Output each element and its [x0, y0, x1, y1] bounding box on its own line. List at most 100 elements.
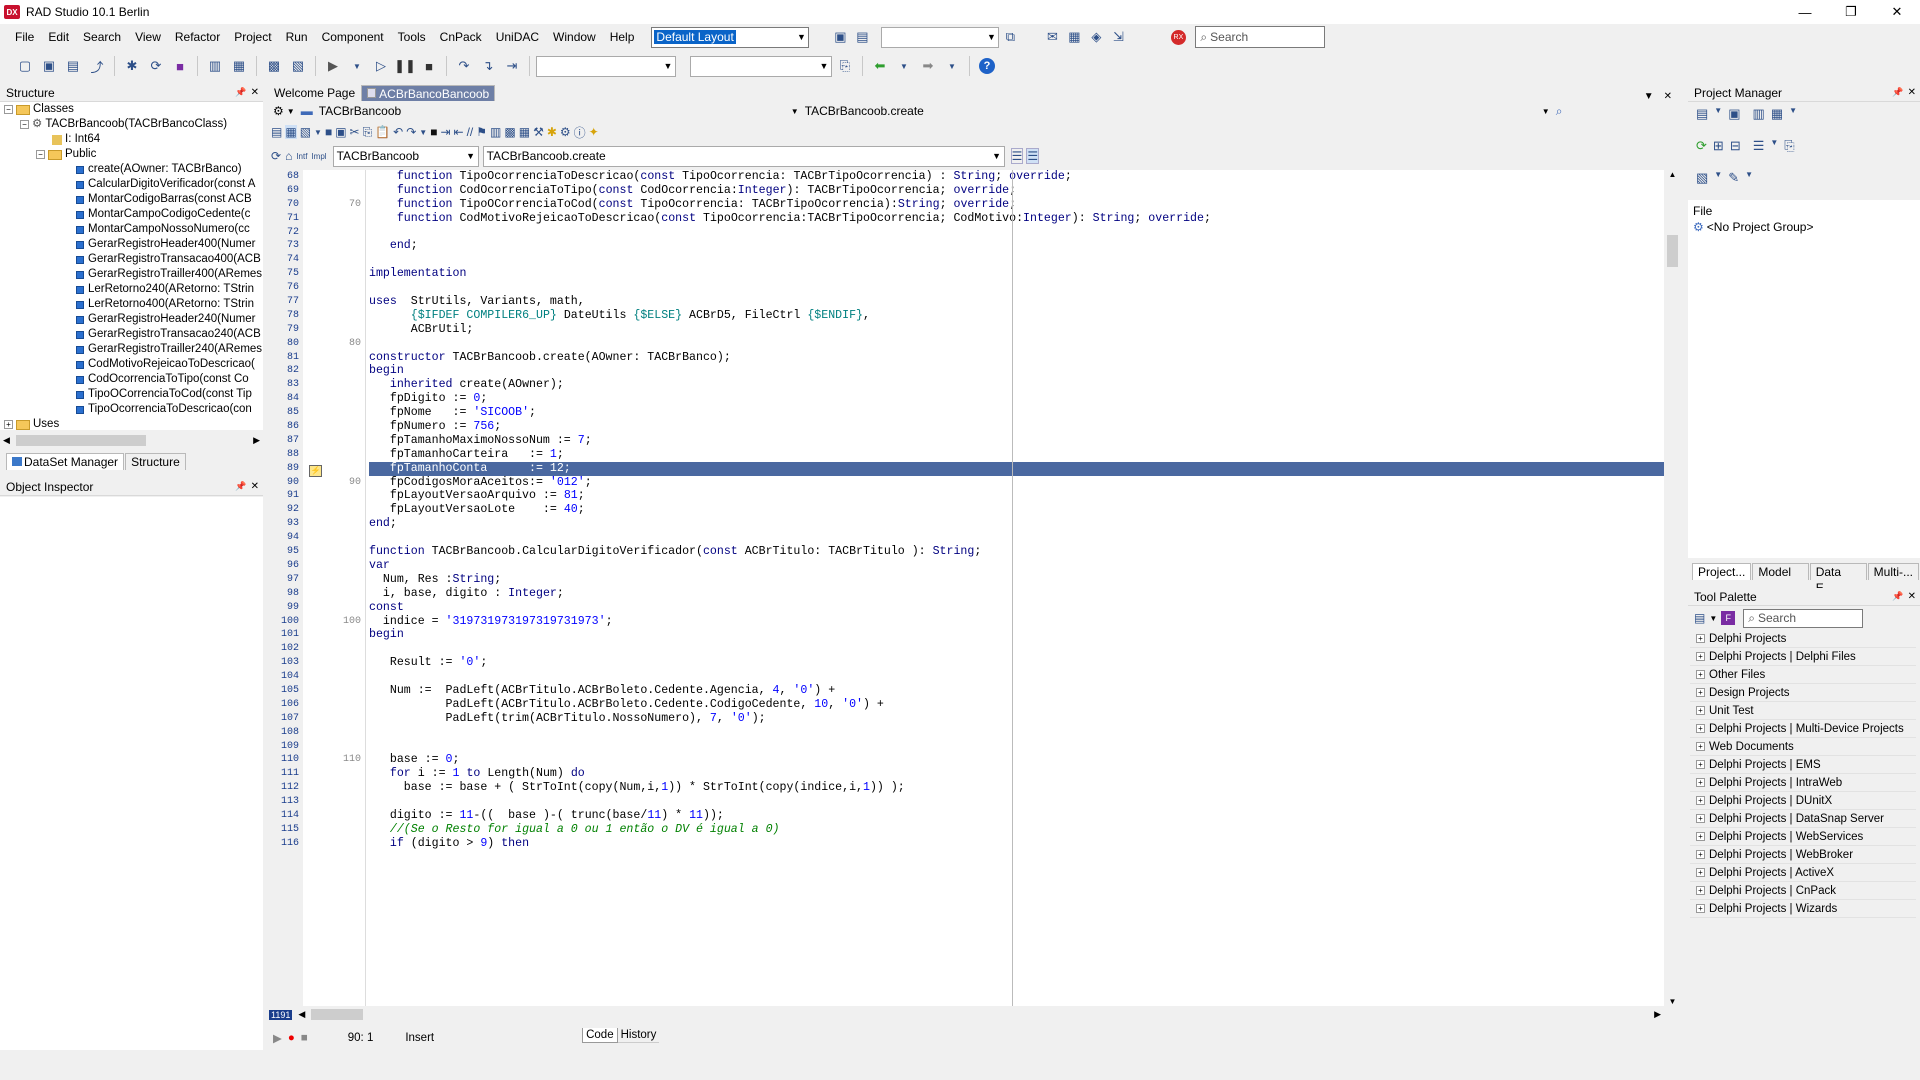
tree-node-method[interactable]: GerarRegistroTransacao240(ACB — [0, 327, 263, 342]
dropdown-icon[interactable]: ▼ — [1709, 614, 1717, 623]
collapse-all-icon[interactable]: ⊟ — [1730, 138, 1741, 154]
bookmark-slot[interactable] — [303, 170, 329, 184]
code-line[interactable]: if (digito > 9) then — [369, 837, 1664, 851]
dropdown-icon[interactable]: ▼ — [1714, 106, 1722, 122]
expand-icon[interactable]: + — [1696, 688, 1705, 697]
device-icon[interactable]: ⧉ — [999, 26, 1021, 48]
stop-macro-icon[interactable]: ■ — [301, 1032, 308, 1044]
bookmark-slot[interactable] — [303, 823, 329, 837]
dropdown-icon[interactable]: ▼ — [1770, 138, 1778, 154]
activate-icon[interactable]: ▦ — [1771, 106, 1783, 122]
bookmark-slot[interactable] — [303, 698, 329, 712]
scroll-left-icon[interactable]: ◀ — [3, 435, 10, 446]
view-form-icon[interactable]: ▧ — [300, 125, 311, 139]
palette-category[interactable]: + Delphi Projects | CnPack — [1690, 882, 1916, 900]
palette-category[interactable]: + Design Projects — [1690, 684, 1916, 702]
bookmark-slot[interactable] — [303, 684, 329, 698]
bookmark-slot[interactable] — [303, 476, 329, 490]
bookmark-slot[interactable] — [303, 726, 329, 740]
code-line[interactable]: digito := 11-(( base )-( trunc(base/11) … — [369, 809, 1664, 823]
bookmark-slot[interactable] — [303, 503, 329, 517]
palette-category[interactable]: + Delphi Projects | Multi-Device Projects — [1690, 720, 1916, 738]
method-navigator-combo[interactable]: TACBrBancoob.create ▼ — [805, 104, 1550, 118]
code-line[interactable]: fpTamanhoMaximoNossoNum := 7; — [369, 434, 1664, 448]
code-line[interactable]: begin — [369, 628, 1664, 642]
menu-tools[interactable]: Tools — [391, 26, 433, 48]
bookmark-slot[interactable] — [303, 392, 329, 406]
structure-hscroll[interactable]: ◀ ▶ — [0, 432, 263, 448]
code-line[interactable]: PadLeft(trim(ACBrTitulo.NossoNumero), 7,… — [369, 712, 1664, 726]
debug-layout-combo[interactable]: ▼ — [881, 26, 1000, 48]
bookmark-slot[interactable] — [303, 364, 329, 378]
unit-navigator-combo[interactable]: TACBrBancoob ▼ — [319, 104, 799, 118]
bookmark-slot[interactable] — [303, 517, 329, 531]
scroll-thumb[interactable] — [1667, 235, 1678, 267]
palette-category[interactable]: + Web Documents — [1690, 738, 1916, 756]
code-line[interactable]: {$IFDEF COMPILER6_UP} DateUtils {$ELSE} … — [369, 309, 1664, 323]
code-line[interactable]: function TipoOCorrenciaToCod(const TipoO… — [369, 198, 1664, 212]
set-layout-icon[interactable]: ▤ — [851, 26, 873, 48]
new-file-icon[interactable]: ▢ — [14, 55, 36, 77]
bookmark-slot[interactable] — [303, 239, 329, 253]
redo-icon[interactable]: ↷ — [406, 125, 416, 139]
remove-file-icon[interactable]: ▧ — [287, 55, 309, 77]
open-project-icon[interactable]: ✱ — [121, 55, 143, 77]
add-project-icon[interactable]: ▣ — [1728, 106, 1740, 122]
design-icon[interactable]: ▦ — [285, 125, 297, 139]
palette-category[interactable]: + Delphi Projects | Delphi Files — [1690, 648, 1916, 666]
code-line[interactable]: i, base, digito : Integer; — [369, 587, 1664, 601]
tree-node-method[interactable]: GerarRegistroHeader240(Numer — [0, 312, 263, 327]
expand-icon[interactable]: + — [1696, 868, 1705, 877]
cut-icon[interactable]: ✂ — [350, 125, 360, 139]
reopen-icon[interactable]: ⟳ — [145, 55, 167, 77]
code-line[interactable]: function TipoOcorrenciaToDescricao(const… — [369, 170, 1664, 184]
bookmark-slot[interactable] — [303, 267, 329, 281]
tab-acbrbancobancoob[interactable]: ACBrBancoBancoob — [361, 85, 496, 102]
expand-icon[interactable]: + — [1696, 796, 1705, 805]
menu-run[interactable]: Run — [279, 26, 315, 48]
scroll-down-icon[interactable]: ▼ — [1664, 997, 1681, 1006]
close-file-icon[interactable]: ▦ — [228, 55, 250, 77]
forward-dropdown-icon[interactable]: ▼ — [941, 55, 963, 77]
code-line[interactable]: fpNome := 'SICOOB'; — [369, 406, 1664, 420]
remove-icon[interactable]: ▥ — [1753, 106, 1765, 122]
menu-file[interactable]: File — [8, 26, 41, 48]
bookmark-slot[interactable] — [303, 226, 329, 240]
code-line[interactable] — [369, 642, 1664, 656]
search-icon[interactable]: ⌕ — [1556, 104, 1563, 119]
pin-icon[interactable]: 📌 — [235, 87, 246, 98]
tree-node-method[interactable]: MontarCampoNossoNumero(cc — [0, 222, 263, 237]
tree-node-class[interactable]: − ⚙ TACBrBancoob(TACBrBancoClass) — [0, 117, 263, 132]
code-text[interactable]: function TipoOcorrenciaToDescricao(const… — [369, 170, 1664, 1006]
pin-icon[interactable]: 📌 — [1892, 87, 1903, 98]
palette-category[interactable]: + Other Files — [1690, 666, 1916, 684]
bookmark-slot[interactable] — [303, 184, 329, 198]
tree-node-method[interactable]: LerRetorno400(ARetorno: TStrin — [0, 297, 263, 312]
bookmark-slot[interactable]: ⚡ — [303, 462, 329, 477]
lamp-icon[interactable]: ✱ — [547, 125, 557, 139]
deploy-icon[interactable]: ⎘ — [834, 55, 856, 77]
close-button[interactable]: ✕ — [1874, 0, 1920, 24]
bookmark-slot[interactable] — [303, 295, 329, 309]
bookmark-slot[interactable] — [303, 670, 329, 684]
step-over-icon[interactable]: ↷ — [453, 55, 475, 77]
tree-node-field[interactable]: I: Int64 — [0, 132, 263, 147]
code-line[interactable]: begin — [369, 364, 1664, 378]
code-line[interactable]: end; — [369, 239, 1664, 253]
bulb-icon[interactable]: ✦ — [589, 125, 599, 139]
bookmark-slot[interactable] — [303, 573, 329, 587]
pin-icon[interactable]: 📌 — [235, 481, 246, 492]
expand-icon[interactable]: + — [4, 420, 13, 429]
tree-node-method[interactable]: LerRetorno240(ARetorno: TStrin — [0, 282, 263, 297]
code-line[interactable]: Result := '0'; — [369, 656, 1664, 670]
dropdown-icon[interactable]: ▼ — [419, 128, 427, 137]
paste-icon[interactable]: 📋 — [375, 125, 390, 139]
scroll-right-icon[interactable]: ▶ — [1654, 1009, 1661, 1020]
code-line[interactable]: var — [369, 559, 1664, 573]
bookmark-slot[interactable] — [303, 337, 329, 351]
expand-all-icon[interactable]: ⊞ — [1713, 138, 1724, 154]
bookmark-slot[interactable] — [303, 767, 329, 781]
bookmark-slot[interactable] — [303, 753, 329, 767]
palette-category[interactable]: + Delphi Projects — [1690, 630, 1916, 648]
rx-icon[interactable]: RX — [1167, 26, 1189, 48]
